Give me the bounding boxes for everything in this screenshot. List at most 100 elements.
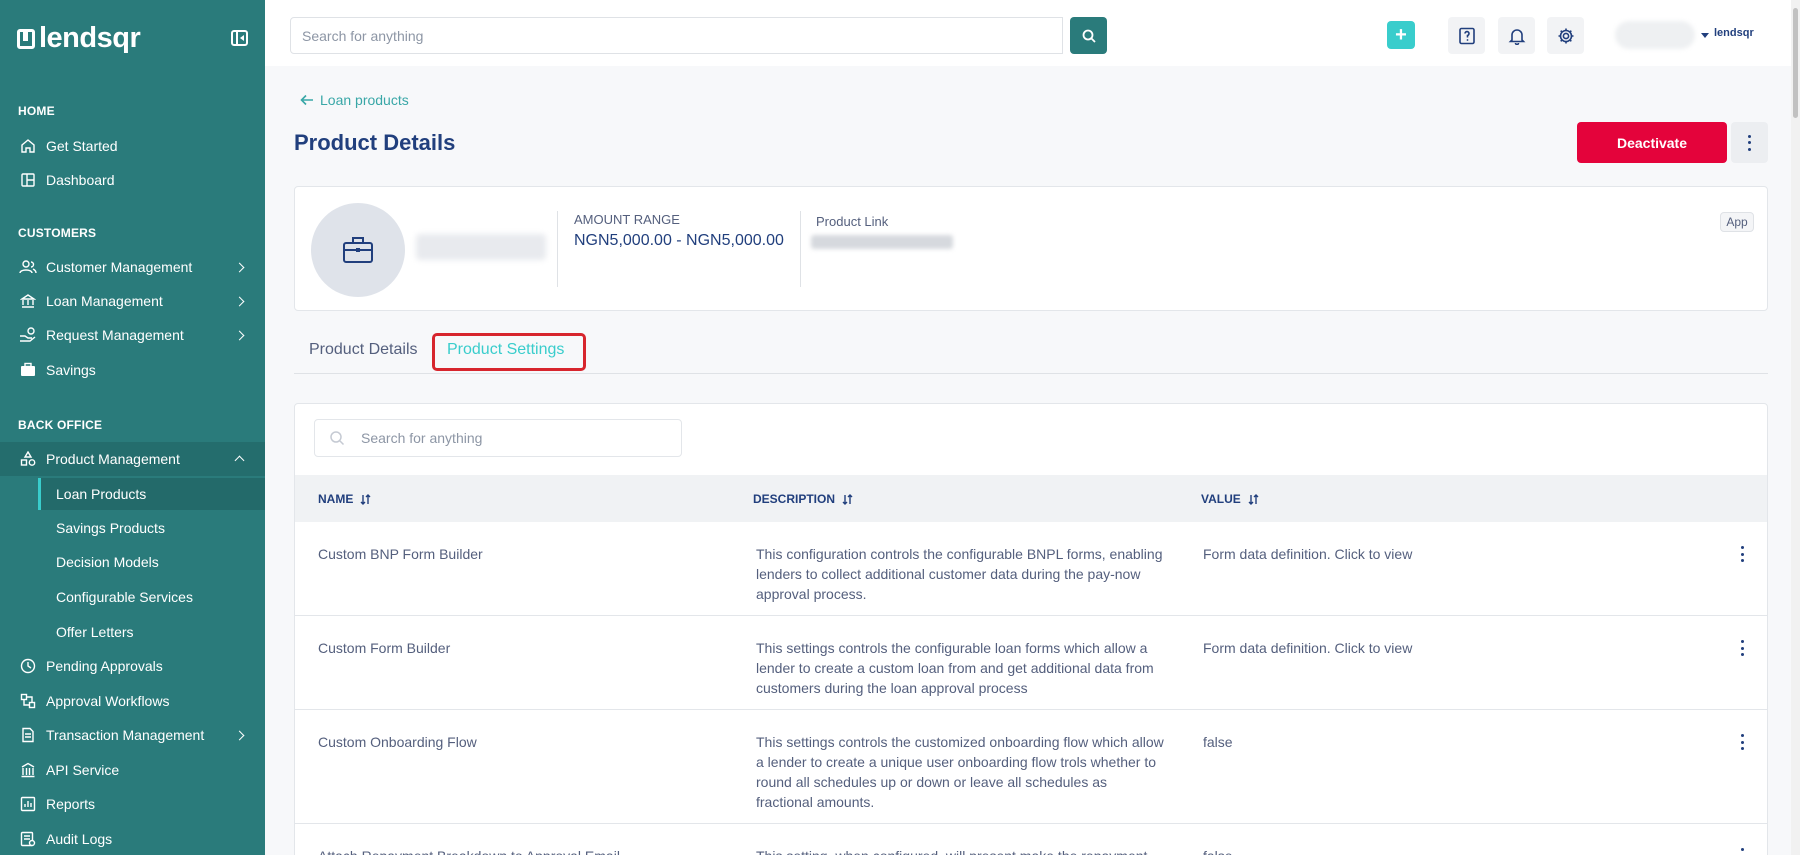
page-scrollbar-thumb[interactable] (1793, 8, 1798, 118)
table-row[interactable]: Custom Form Builder This settings contro… (295, 616, 1767, 710)
column-header-label: VALUE (1201, 492, 1241, 506)
page-scrollbar[interactable] (1791, 0, 1800, 855)
sidebar-item-label: Pending Approvals (46, 658, 163, 674)
sidebar-item-label: Loan Management (46, 293, 163, 309)
settings-button[interactable] (1547, 17, 1584, 54)
back-link-label: Loan products (320, 92, 409, 108)
table-search-placeholder: Search for anything (361, 430, 483, 446)
sidebar-item-pending-approvals[interactable]: Pending Approvals (0, 650, 265, 682)
column-header-label: NAME (318, 492, 354, 506)
more-actions-button[interactable] (1731, 122, 1768, 163)
divider (557, 211, 558, 287)
table-row[interactable]: Custom BNP Form Builder This configurati… (295, 522, 1767, 616)
table-search-input[interactable]: Search for anything (314, 419, 682, 457)
kebab-icon (1747, 134, 1752, 151)
sidebar-subitem-loan-products[interactable]: Loan Products (38, 478, 265, 510)
notifications-button[interactable] (1498, 17, 1535, 54)
tab-highlight-outline (432, 333, 586, 371)
back-to-loan-products-link[interactable]: Loan products (300, 92, 409, 108)
chevron-right-icon (234, 730, 245, 740)
audit-icon (19, 831, 37, 847)
product-shapes-icon (19, 451, 37, 467)
sidebar-item-get-started[interactable]: Get Started (0, 130, 265, 162)
search-icon (330, 431, 345, 446)
row-actions-kebab-icon[interactable] (1741, 734, 1745, 750)
deactivate-button[interactable]: Deactivate (1577, 122, 1727, 163)
sidebar-item-approval-workflows[interactable]: Approval Workflows (0, 685, 265, 717)
sidebar-item-label: Customer Management (46, 259, 193, 275)
lendsqr-logo[interactable]: lendsqr (17, 22, 141, 55)
section-home: HOME (18, 104, 55, 118)
setting-name: Attach Repayment Breakdown to Approval E… (318, 846, 620, 855)
chevron-up-icon (234, 455, 245, 466)
row-actions-kebab-icon[interactable] (1741, 848, 1745, 855)
product-link-label: Product Link (816, 214, 889, 229)
sidebar-item-label: API Service (46, 762, 120, 778)
sidebar: lendsqr HOME Get Started Dashboard CUSTO… (0, 0, 265, 855)
global-search-input[interactable]: Search for anything (290, 17, 1063, 54)
sidebar-item-product-management[interactable]: Product Management (0, 442, 265, 476)
setting-value[interactable]: Form data definition. Click to view (1203, 638, 1412, 658)
setting-description: This settings controls the customized on… (756, 734, 1164, 810)
sidebar-subitem-offer-letters[interactable]: Offer Letters (38, 616, 265, 648)
sort-icon (360, 493, 371, 505)
tab-product-details[interactable]: Product Details (309, 341, 418, 359)
table-header: NAME DESCRIPTION VALUE (295, 475, 1767, 522)
row-actions-kebab-icon[interactable] (1741, 546, 1745, 562)
add-button[interactable]: + (1387, 21, 1415, 49)
sidebar-item-loan-management[interactable]: Loan Management (0, 285, 265, 317)
setting-description: This configuration controls the configur… (756, 546, 1163, 602)
sidebar-item-dashboard[interactable]: Dashboard (0, 164, 265, 196)
sidebar-item-reports[interactable]: Reports (0, 788, 265, 820)
sidebar-item-request-management[interactable]: Request Management (0, 319, 265, 351)
table-row[interactable]: Attach Repayment Breakdown to Approval E… (295, 824, 1767, 855)
sidebar-item-customer-management[interactable]: Customer Management (0, 251, 265, 283)
section-back-office: BACK OFFICE (18, 418, 103, 432)
column-header-value[interactable]: VALUE (1201, 492, 1260, 506)
sidebar-item-label: Dashboard (46, 172, 115, 188)
sidebar-subitem-configurable-services[interactable]: Configurable Services (38, 581, 265, 613)
clock-icon (19, 658, 37, 674)
gear-icon (1558, 28, 1573, 43)
organization-brand: lendsqr (1714, 27, 1754, 39)
user-profile[interactable] (1615, 21, 1695, 49)
setting-description: This setting, when configured, will pres… (756, 846, 1166, 855)
sidebar-item-transaction-management[interactable]: Transaction Management (0, 719, 265, 751)
sidebar-item-audit-logs[interactable]: Audit Logs (0, 823, 265, 855)
sidebar-item-api-service[interactable]: API Service (0, 754, 265, 786)
collapse-sidebar-icon[interactable] (231, 30, 248, 46)
transaction-icon (19, 727, 37, 743)
chevron-right-icon (234, 330, 245, 340)
sidebar-item-label: Product Management (46, 451, 180, 467)
home-icon (19, 138, 37, 154)
workflow-icon (19, 693, 37, 709)
sidebar-subitem-savings-products[interactable]: Savings Products (38, 512, 265, 544)
setting-value[interactable]: false (1203, 732, 1233, 752)
column-header-label: DESCRIPTION (753, 492, 836, 506)
briefcase-icon (19, 362, 37, 378)
setting-description: This settings controls the configurable … (756, 640, 1154, 696)
setting-name: Custom Onboarding Flow (318, 734, 477, 750)
divider (800, 211, 801, 287)
users-icon (19, 259, 37, 275)
settings-table: Search for anything NAME DESCRIPTION VAL… (294, 403, 1768, 855)
global-search-button[interactable] (1070, 17, 1107, 54)
chevron-right-icon (234, 296, 245, 306)
table-row[interactable]: Custom Onboarding Flow This settings con… (295, 710, 1767, 824)
caret-down-icon[interactable] (1701, 33, 1709, 42)
channel-badge: App (1720, 212, 1754, 232)
section-customers: CUSTOMERS (18, 226, 97, 240)
column-header-description[interactable]: DESCRIPTION (753, 492, 854, 506)
sidebar-subitem-decision-models[interactable]: Decision Models (38, 546, 265, 578)
request-icon (19, 327, 37, 343)
column-header-name[interactable]: NAME (318, 492, 372, 506)
sidebar-item-label: Get Started (46, 138, 118, 154)
setting-value[interactable]: false (1203, 846, 1233, 855)
product-link-value-redacted[interactable] (811, 235, 953, 249)
product-summary-card: AMOUNT RANGE NGN5,000.00 - NGN5,000.00 P… (294, 186, 1768, 311)
sidebar-item-savings[interactable]: Savings (0, 354, 265, 386)
row-actions-kebab-icon[interactable] (1741, 640, 1745, 656)
setting-value[interactable]: Form data definition. Click to view (1203, 544, 1412, 564)
sidebar-item-label: Audit Logs (46, 831, 113, 847)
help-button[interactable] (1448, 17, 1485, 54)
